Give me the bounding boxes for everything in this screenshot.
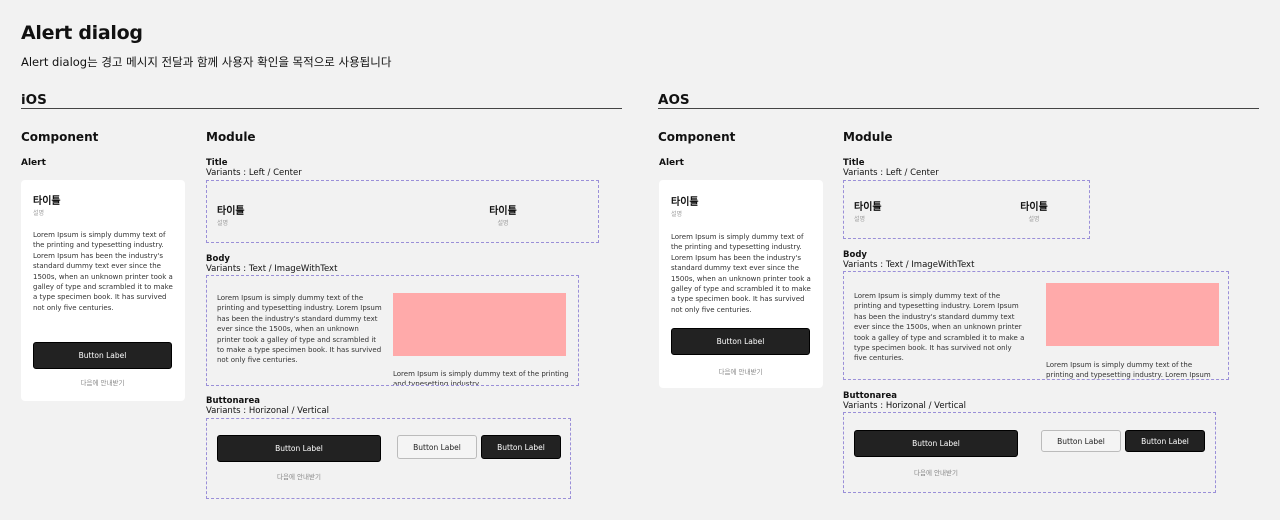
ios-title-left: 타이틀 <box>217 206 245 217</box>
aos-alert-later-link[interactable]: 다음에 안내받기 <box>671 366 810 376</box>
ios-alert-body: Lorem Ipsum is simply dummy text of the … <box>33 231 173 312</box>
aos-title-module-label: Title <box>843 158 865 168</box>
ios-component-heading: Component <box>21 130 99 144</box>
page-description: Alert dialog는 경고 메시지 전달과 함께 사용자 확인을 목적으로… <box>21 55 392 69</box>
aos-alert-label: Alert <box>659 158 684 168</box>
aos-divider <box>658 108 1259 109</box>
ios-alert-title: 타이틀 <box>33 196 61 207</box>
ios-module-heading: Module <box>206 130 256 144</box>
ios-divider <box>21 108 622 109</box>
aos-title-left: 타이틀 <box>854 202 882 213</box>
ios-title-module-frame: 타이틀 설명 타이틀 설명 <box>206 180 599 243</box>
aos-alert-subtitle: 설명 <box>671 211 683 218</box>
ios-body-image <box>393 293 566 356</box>
ios-button-module-variants: Variants : Horizonal / Vertical <box>206 406 329 416</box>
aos-button-module-label: Buttonarea <box>843 391 897 401</box>
ios-button-module-label: Buttonarea <box>206 396 260 406</box>
ios-button-module-frame: Button Label 다음에 안내받기 Button Label Butto… <box>206 418 571 499</box>
ios-vertical-primary-button[interactable]: Button Label <box>217 435 381 462</box>
ios-body-module-frame: Lorem Ipsum is simply dummy text of the … <box>206 275 579 386</box>
aos-body-text: Lorem Ipsum is simply dummy text of the … <box>854 292 1025 363</box>
aos-button-module-frame: Button Label 다음에 안내받기 Button Label Butto… <box>843 412 1216 493</box>
aos-module-heading: Module <box>843 130 893 144</box>
aos-horizontal-primary-button[interactable]: Button Label <box>1125 430 1205 452</box>
aos-alert-title: 타이틀 <box>671 197 699 208</box>
aos-horizontal-secondary-button[interactable]: Button Label <box>1041 430 1121 452</box>
ios-horizontal-primary-button[interactable]: Button Label <box>481 435 561 459</box>
ios-alert-dialog: 타이틀 설명 Lorem Ipsum is simply dummy text … <box>21 180 185 401</box>
ios-title-center-sub: 설명 <box>497 220 509 227</box>
aos-vertical-primary-button[interactable]: Button Label <box>854 430 1018 457</box>
aos-title-left-sub: 설명 <box>854 216 866 223</box>
ios-vertical-later-link[interactable]: 다음에 안내받기 <box>217 471 381 481</box>
ios-alert-later-link[interactable]: 다음에 안내받기 <box>33 377 172 387</box>
ios-title-module-variants: Variants : Left / Center <box>206 168 302 178</box>
ios-title-center: 타이틀 <box>489 206 517 217</box>
ios-body-image-text: Lorem Ipsum is simply dummy text of the … <box>393 370 569 386</box>
aos-vertical-later-link[interactable]: 다음에 안내받기 <box>854 467 1018 477</box>
aos-body-module-frame: Lorem Ipsum is simply dummy text of the … <box>843 271 1229 380</box>
ios-body-module-variants: Variants : Text / ImageWithText <box>206 264 338 274</box>
page-title: Alert dialog <box>21 22 143 44</box>
ios-horizontal-secondary-button[interactable]: Button Label <box>397 435 477 459</box>
ios-alert-subtitle: 설명 <box>33 210 45 217</box>
aos-body-image-text: Lorem Ipsum is simply dummy text of the … <box>1046 361 1211 380</box>
aos-platform-title: AOS <box>658 92 690 108</box>
ios-platform-title: iOS <box>21 92 47 108</box>
aos-component-heading: Component <box>658 130 736 144</box>
aos-title-module-frame: 타이틀 설명 타이틀 설명 <box>843 180 1090 239</box>
ios-alert-label: Alert <box>21 158 46 168</box>
ios-alert-button[interactable]: Button Label <box>33 342 172 369</box>
aos-body-module-variants: Variants : Text / ImageWithText <box>843 260 975 270</box>
aos-alert-button[interactable]: Button Label <box>671 328 810 355</box>
aos-button-module-variants: Variants : Horizonal / Vertical <box>843 401 966 411</box>
aos-body-image <box>1046 283 1219 346</box>
ios-body-module-label: Body <box>206 254 230 264</box>
aos-title-module-variants: Variants : Left / Center <box>843 168 939 178</box>
ios-body-text: Lorem Ipsum is simply dummy text of the … <box>217 294 382 365</box>
aos-body-module-label: Body <box>843 250 867 260</box>
ios-title-left-sub: 설명 <box>217 220 229 227</box>
aos-alert-dialog: 타이틀 설명 Lorem Ipsum is simply dummy text … <box>659 180 823 388</box>
aos-alert-body: Lorem Ipsum is simply dummy text of the … <box>671 233 811 314</box>
ios-title-module-label: Title <box>206 158 228 168</box>
aos-title-center: 타이틀 <box>1020 202 1048 213</box>
aos-title-center-sub: 설명 <box>1028 216 1040 223</box>
